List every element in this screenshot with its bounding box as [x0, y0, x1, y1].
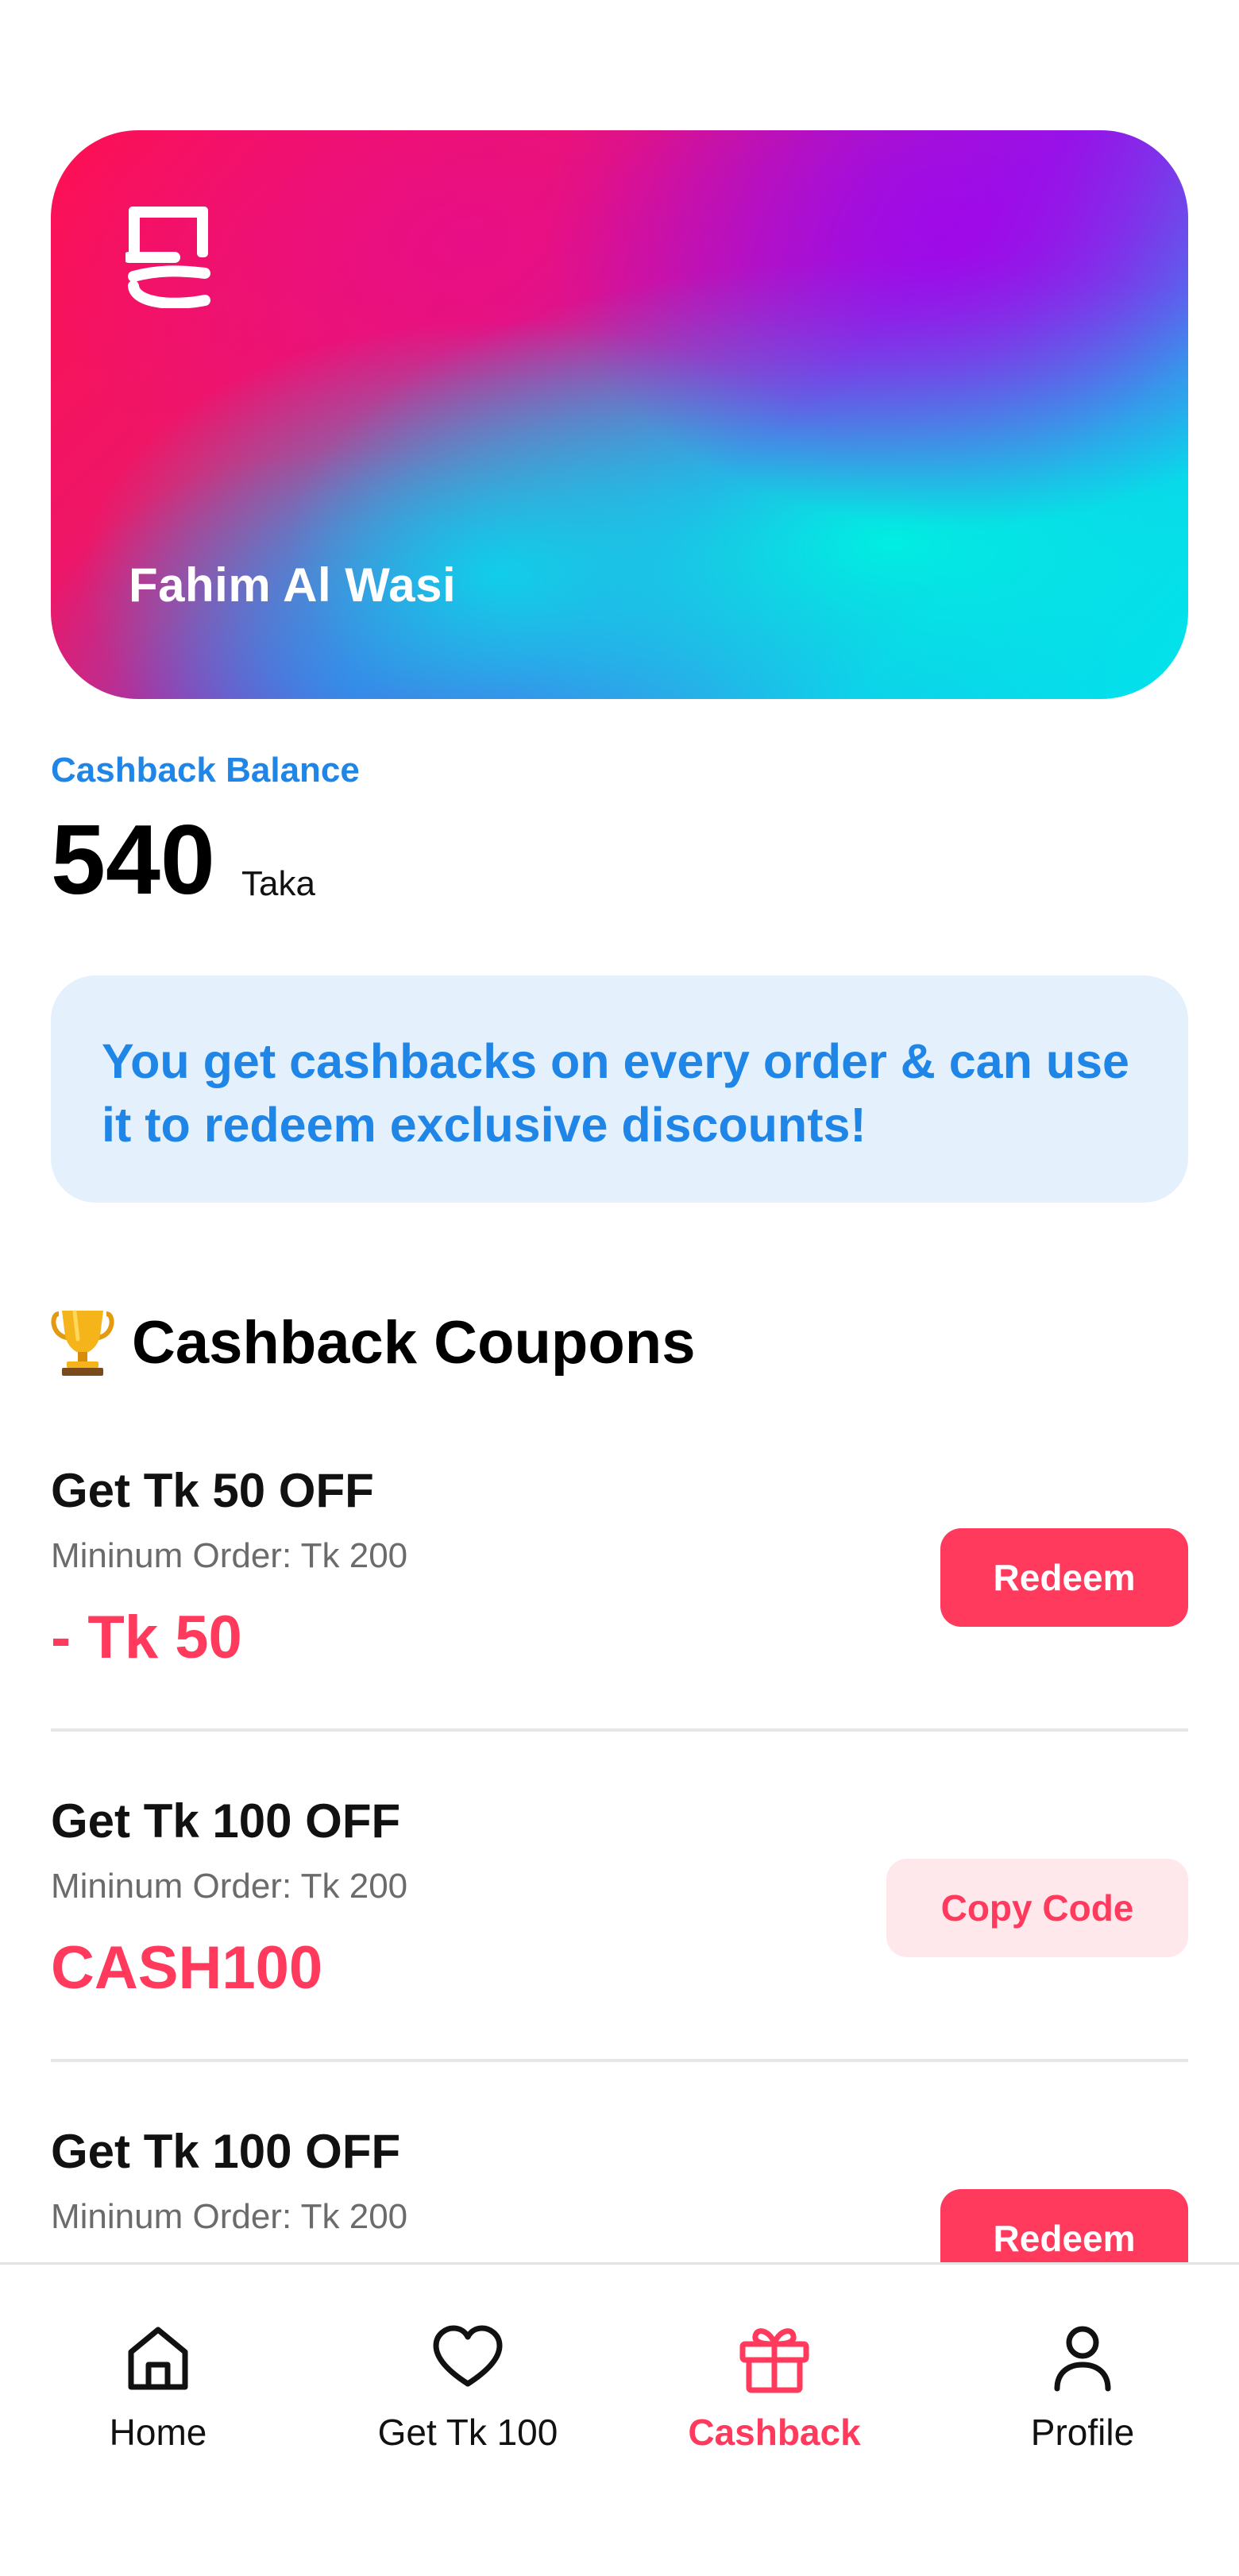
bottom-navigation: Home Get Tk 100 Cashback Profile	[0, 2262, 1239, 2576]
nav-label: Cashback	[688, 2412, 861, 2453]
home-icon	[128, 2327, 188, 2390]
coupon-title: Get Tk 100 OFF	[51, 1794, 401, 1848]
card-holder-name: Fahim Al Wasi	[129, 558, 457, 612]
coupon-value: - Tk 50	[51, 1604, 242, 1671]
coupon-title: Get Tk 50 OFF	[51, 1464, 374, 1517]
nav-item-profile[interactable]: Profile	[928, 2320, 1237, 2471]
coupon-title: Get Tk 100 OFF	[51, 2125, 401, 2178]
nav-label: Home	[109, 2412, 207, 2453]
coupon-item: Get Tk 50 OFF Mininum Order: Tk 200 - Tk…	[51, 1463, 1188, 1794]
balance-unit: Taka	[241, 864, 315, 903]
section-header: Cashback Coupons	[51, 1303, 695, 1382]
info-text: You get cashbacks on every order & can u…	[102, 1034, 1129, 1152]
nav-label: Get Tk 100	[377, 2412, 558, 2453]
brand-logo-icon	[125, 207, 210, 308]
user-icon	[1054, 2326, 1111, 2392]
cashback-card: Fahim Al Wasi	[51, 130, 1188, 699]
divider	[51, 2059, 1188, 2062]
heart-icon	[433, 2325, 503, 2387]
nav-item-get-tk-100[interactable]: Get Tk 100	[313, 2320, 623, 2471]
coupon-min-order: Mininum Order: Tk 200	[51, 1867, 408, 1906]
section-title: Cashback Coupons	[132, 1308, 696, 1377]
coupon-min-order: Mininum Order: Tk 200	[51, 1536, 408, 1575]
balance-amount: 540	[51, 805, 215, 915]
gift-icon	[739, 2328, 809, 2393]
coupon-item: Get Tk 100 OFF Mininum Order: Tk 200 CAS…	[51, 1794, 1188, 2124]
coupon-min-order: Mininum Order: Tk 200	[51, 2197, 408, 2236]
coupon-code: CASH100	[51, 1934, 323, 2002]
redeem-button[interactable]: Redeem	[940, 1528, 1188, 1627]
trophy-icon	[51, 1310, 114, 1376]
nav-item-home[interactable]: Home	[3, 2320, 313, 2471]
info-banner: You get cashbacks on every order & can u…	[51, 975, 1188, 1203]
divider	[51, 1728, 1188, 1732]
nav-item-cashback[interactable]: Cashback	[620, 2320, 929, 2471]
nav-label: Profile	[1030, 2412, 1135, 2453]
balance-label: Cashback Balance	[51, 751, 360, 790]
copy-code-button[interactable]: Copy Code	[886, 1859, 1188, 1957]
